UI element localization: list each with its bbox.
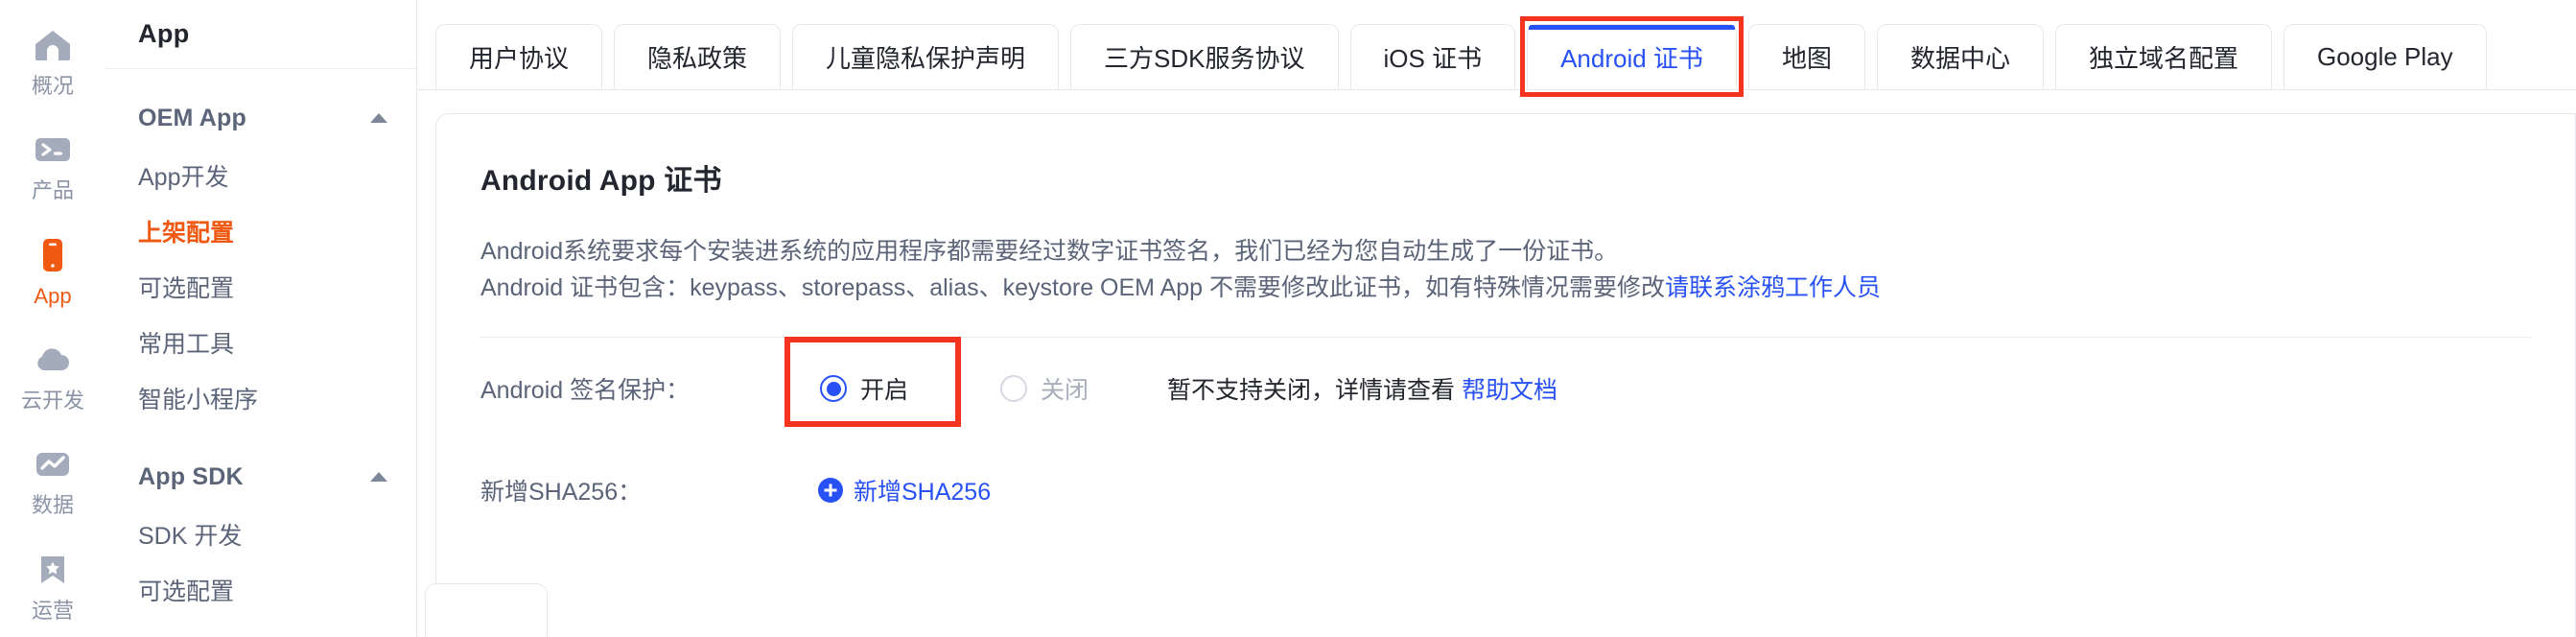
menu-item-listing-config[interactable]: 上架配置 [105,203,416,259]
certificate-card: Android App 证书 Android系统要求每个安装进系统的应用程序都需… [435,113,2576,637]
signature-protection-label: Android 签名保护： [480,377,691,404]
tab-label: iOS 证书 [1383,44,1483,73]
description-line-2-text: Android 证书包含：keypass、storepass、alias、key… [480,274,1665,301]
add-sha256-button[interactable]: 新增SHA256 [818,473,991,507]
contact-staff-link[interactable]: 请联系涂鸦工作人员 [1665,274,1881,301]
home-icon [31,23,75,67]
add-sha256-label: 新增SHA256 [854,479,992,506]
rail-item-operations[interactable]: 运营 [0,532,105,637]
tab-label: Android 证书 [1560,44,1703,73]
tab-label: 三方SDK服务协议 [1104,44,1305,73]
cloud-icon [31,338,75,382]
menu-title: App [138,19,190,48]
radio-enable-icon[interactable] [820,375,847,402]
radio-enable-label: 开启 [860,377,909,404]
signature-hint: 暂不支持关闭，详情请查看 帮助文档 [1167,371,1557,406]
radio-option-disable[interactable]: 关闭 [998,366,1090,412]
rail-item-label: 运营 [31,598,74,623]
menu-group-label: App SDK [138,462,244,490]
tab-label: 独立域名配置 [2088,44,2238,73]
menu-item-label: 智能小程序 [138,387,259,413]
tab-label: 地图 [1781,44,1832,73]
menu-item-sdk-optional-config[interactable]: 可选配置 [105,562,416,618]
menu-body: OEM App App开发 上架配置 可选配置 常用工具 智能小程序 App S… [105,69,416,618]
menu-item-optional-config[interactable]: 可选配置 [105,259,416,315]
rail-item-data[interactable]: 数据 [0,427,105,531]
description-block: Android系统要求每个安装进系统的应用程序都需要经过数字证书签名，我们已经为… [480,233,2531,306]
menu-header: App [105,0,416,69]
content-area: 用户协议 隐私政策 儿童隐私保护声明 三方SDK服务协议 iOS 证书 Andr… [417,0,2576,637]
rail-item-products[interactable]: 产品 [0,112,105,217]
menu-item-app-dev[interactable]: App开发 [105,148,416,203]
plus-circle-icon [818,478,843,503]
icon-rail: 概况 产品 App 云开发 数据 运营 [0,0,105,637]
chevron-up-icon[interactable] [370,472,387,482]
tab-label: Google Play [2316,42,2453,71]
sha256-label: 新增SHA256： [480,479,643,506]
rail-item-app[interactable]: App [0,218,105,322]
menu-item-label: 可选配置 [138,275,235,302]
tab-label: 用户协议 [469,44,570,73]
rail-item-cloud-dev[interactable]: 云开发 [0,322,105,427]
chevron-up-icon[interactable] [370,113,387,123]
tab-label: 数据中心 [1909,44,2010,73]
description-line-2: Android 证书包含：keypass、storepass、alias、key… [480,270,2531,306]
chart-line-icon [31,442,75,486]
phone-icon [31,233,75,277]
signature-protection-row: Android 签名保护： 开启 关闭 暂不支持关闭，详情请查看 帮助文档 [480,337,2531,439]
sha256-row: 新增SHA256： 新增SHA256 [480,439,2531,541]
tab-label: 儿童隐私保护声明 [826,44,1026,73]
page-title: Android App 证书 [480,165,722,197]
terminal-icon [31,128,75,172]
description-line-1: Android系统要求每个安装进系统的应用程序都需要经过数字证书签名，我们已经为… [480,238,1619,265]
menu-item-label: SDK 开发 [138,523,243,550]
menu-item-label: 上架配置 [138,220,235,247]
signature-protection-field: 开启 关闭 暂不支持关闭，详情请查看 帮助文档 [785,337,1557,427]
tab-third-party-sdk[interactable]: 三方SDK服务协议 [1070,24,1339,89]
rail-item-label: 产品 [31,178,74,203]
radio-disable-icon[interactable] [1000,375,1028,402]
menu-spacer [105,426,416,447]
menu-group-label: OEM App [138,104,246,131]
rail-item-overview[interactable]: 概况 [0,8,105,112]
tab-map[interactable]: 地图 [1747,24,1865,89]
radio-disable-label: 关闭 [1041,377,1089,404]
help-doc-link[interactable]: 帮助文档 [1462,377,1557,404]
app-window: 概况 产品 App 云开发 数据 运营 App OEM App App开发 上架… [0,0,2576,637]
rail-item-label: 概况 [31,74,74,99]
bookmark-star-icon [31,548,75,592]
tab-ios-certificate[interactable]: iOS 证书 [1349,24,1516,89]
tabs-baseline [417,89,2576,90]
tab-custom-domain[interactable]: 独立域名配置 [2054,24,2272,89]
rail-item-label: App [34,283,72,308]
menu-item-label: App开发 [138,164,229,191]
tab-android-certificate[interactable]: Android 证书 [1520,16,1744,97]
menu-group-app-sdk[interactable]: App SDK [105,447,416,507]
menu-item-label: 可选配置 [138,578,235,605]
menu-item-sdk-dev[interactable]: SDK 开发 [105,507,416,562]
tab-data-center[interactable]: 数据中心 [1876,24,2044,89]
menu-footer-panel [425,583,548,637]
rail-item-label: 云开发 [20,389,84,413]
radio-option-enable[interactable]: 开启 [785,337,961,427]
menu-item-label: 常用工具 [138,331,235,358]
tab-user-agreement[interactable]: 用户协议 [435,24,603,89]
tab-label: 隐私政策 [647,44,748,73]
sha256-field: 新增SHA256 [818,473,991,507]
menu-item-common-tools[interactable]: 常用工具 [105,315,416,370]
tab-google-play[interactable]: Google Play [2283,24,2487,89]
tab-privacy-policy[interactable]: 隐私政策 [614,24,782,89]
tab-children-privacy[interactable]: 儿童隐私保护声明 [792,24,1060,89]
menu-item-mini-program[interactable]: 智能小程序 [105,370,416,426]
menu-sidebar: App OEM App App开发 上架配置 可选配置 常用工具 智能小程序 A… [105,0,417,637]
rail-item-label: 数据 [31,493,74,518]
signature-hint-text: 暂不支持关闭，详情请查看 [1167,377,1456,404]
menu-group-oem-app[interactable]: OEM App [105,88,416,148]
tab-bar: 用户协议 隐私政策 儿童隐私保护声明 三方SDK服务协议 iOS 证书 Andr… [435,16,2487,97]
